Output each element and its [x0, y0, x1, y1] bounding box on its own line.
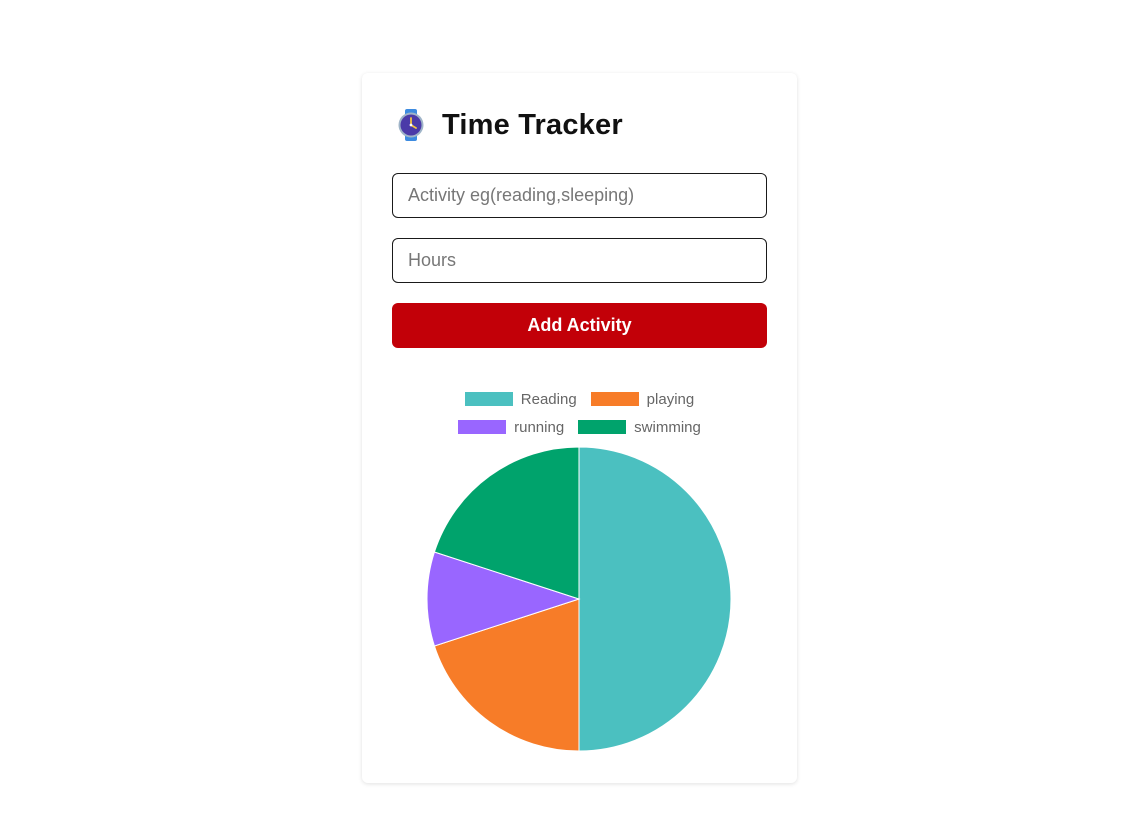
- legend-item-swimming[interactable]: swimming: [578, 419, 701, 436]
- legend-row: Reading playing: [362, 385, 797, 413]
- header: Time Tracker: [394, 107, 623, 143]
- legend-swatch: [578, 420, 627, 434]
- legend-label: swimming: [634, 418, 701, 436]
- legend-item-running[interactable]: running: [458, 419, 564, 436]
- pie-chart-svg: [426, 446, 732, 752]
- legend-row: running swimming: [362, 413, 797, 441]
- legend-item-reading[interactable]: Reading: [464, 390, 577, 408]
- tracker-card: Time Tracker Add Activity Reading playin…: [362, 73, 797, 783]
- legend-item-playing[interactable]: playing: [590, 390, 695, 408]
- pie-chart: [425, 445, 733, 753]
- legend-swatch: [464, 392, 513, 406]
- chart-legend: Reading playing running swimming: [362, 385, 797, 441]
- hours-input[interactable]: [392, 238, 767, 283]
- page-title: Time Tracker: [442, 108, 623, 141]
- legend-label: playing: [646, 390, 695, 408]
- legend-label: Reading: [520, 390, 577, 408]
- pie-slice-reading[interactable]: [578, 446, 732, 752]
- activity-input[interactable]: [392, 173, 767, 218]
- legend-swatch: [590, 392, 639, 406]
- wristwatch-icon: [398, 109, 424, 141]
- add-activity-button[interactable]: Add Activity: [392, 303, 767, 348]
- legend-label: running: [514, 418, 565, 436]
- legend-swatch: [458, 420, 507, 434]
